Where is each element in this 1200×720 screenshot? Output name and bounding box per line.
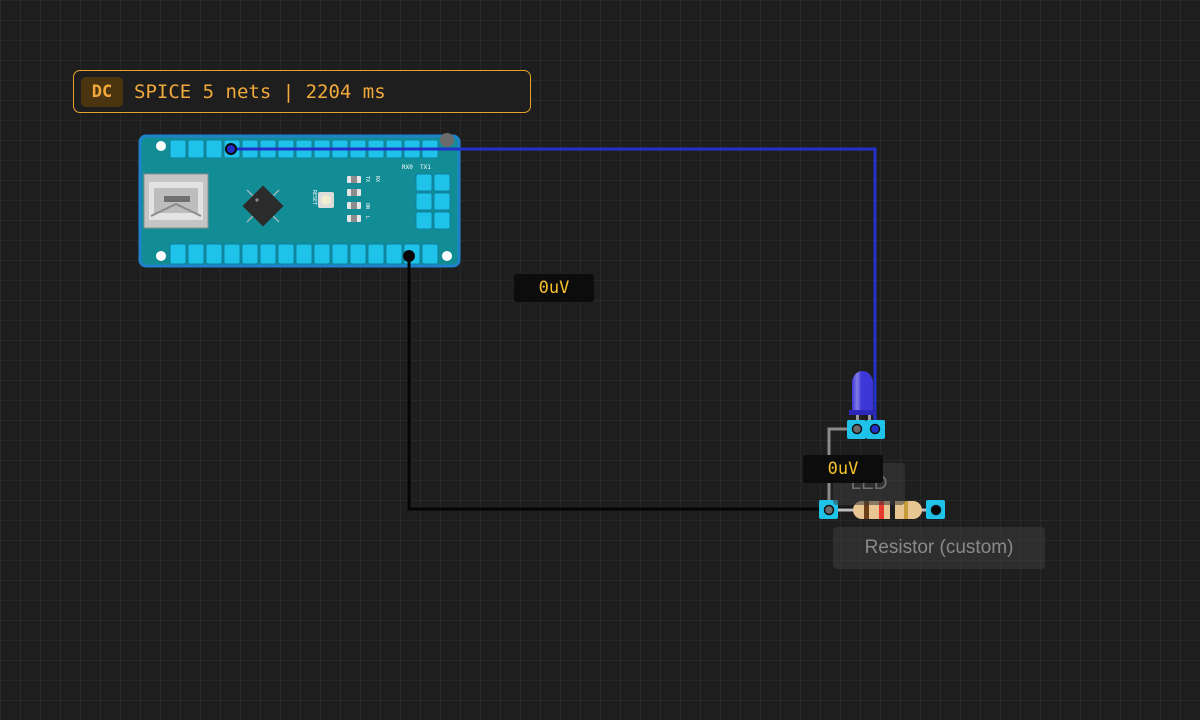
mounting-hole <box>442 251 452 261</box>
pin-pad[interactable] <box>367 243 385 265</box>
pin-pad[interactable] <box>349 243 367 265</box>
rx-led-label: RX <box>374 176 380 182</box>
simulation-status-text: SPICE 5 nets | 2204 ms <box>134 80 386 103</box>
pin-pad[interactable] <box>421 243 439 265</box>
microcontroller-chip-icon <box>242 185 284 227</box>
pin-pad[interactable] <box>433 211 451 230</box>
pin-pad[interactable] <box>205 139 223 159</box>
reset-label: RESET <box>311 190 317 205</box>
pin-pad[interactable] <box>433 192 451 211</box>
usb-connector-icon <box>143 173 209 229</box>
pin-pad[interactable] <box>169 243 187 265</box>
pin-pad[interactable] <box>187 243 205 265</box>
mounting-hole <box>156 141 166 151</box>
pin-pad[interactable] <box>415 192 433 211</box>
pin-pad[interactable] <box>259 243 277 265</box>
blue-wire-endpoint[interactable] <box>225 143 237 155</box>
resistor-right-terminal[interactable] <box>926 500 945 519</box>
pin-pad[interactable] <box>415 173 433 192</box>
pin-pad[interactable] <box>433 173 451 192</box>
reset-button[interactable] <box>318 192 334 208</box>
mounting-hole <box>440 133 454 147</box>
rx0-label: RX0 <box>402 164 413 171</box>
resistor-label: Resistor (custom) <box>833 527 1045 569</box>
resistor-band <box>904 501 908 519</box>
pin-pad[interactable] <box>241 243 259 265</box>
led-anode-terminal[interactable] <box>866 420 885 439</box>
pin-pad[interactable] <box>313 243 331 265</box>
arduino-nano-board[interactable]: RESET TX RX ON L RX0 TX1 <box>138 133 461 268</box>
led-component[interactable] <box>849 371 876 427</box>
on-led-label: ON <box>364 203 370 209</box>
tx1-label: TX1 <box>420 164 431 171</box>
voltage-probe[interactable]: 0uV <box>514 274 594 302</box>
pin-pad[interactable] <box>385 243 403 265</box>
black-wire-endpoint[interactable] <box>403 250 415 262</box>
mounting-hole <box>156 251 166 261</box>
l-led-label: L <box>364 216 370 219</box>
led-rim <box>849 410 876 415</box>
pin-pad[interactable] <box>331 243 349 265</box>
pin-pad[interactable] <box>415 211 433 230</box>
tx-led-label: TX <box>364 176 370 182</box>
pin-pad[interactable] <box>223 243 241 265</box>
bottom-pin-header <box>169 243 439 265</box>
led-cathode-terminal[interactable] <box>847 420 866 439</box>
led-shine <box>852 371 873 412</box>
voltage-probe[interactable]: 0uV <box>803 455 883 483</box>
simulation-status-bar: DC SPICE 5 nets | 2204 ms <box>73 70 531 113</box>
dc-mode-badge: DC <box>81 76 123 107</box>
pin-pad[interactable] <box>187 139 205 159</box>
pin-pad[interactable] <box>277 243 295 265</box>
pin-pad[interactable] <box>205 243 223 265</box>
pin-pad[interactable] <box>169 139 187 159</box>
pin-pad[interactable] <box>295 243 313 265</box>
